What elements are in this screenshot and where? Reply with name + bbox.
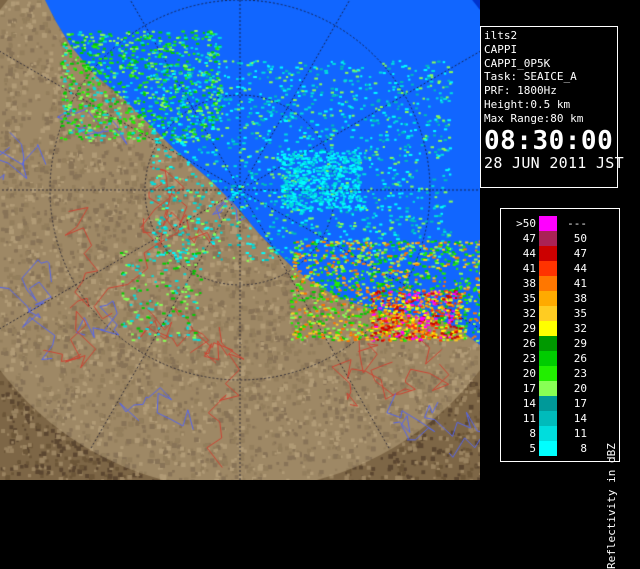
legend-row: 41 44	[503, 261, 589, 276]
legend-low-value: 29	[522, 322, 536, 335]
info-line: PRF: 1800Hz	[484, 84, 557, 98]
legend-low-value: 35	[522, 292, 536, 305]
legend-color-swatch	[539, 381, 557, 396]
legend-color-swatch	[539, 426, 557, 441]
scan-time: 08:30:00	[484, 125, 614, 156]
legend-row: 38 41	[503, 276, 589, 291]
legend-high-value: 44	[573, 262, 587, 275]
legend-low-value: 44	[522, 247, 536, 260]
legend-high-value: 11	[573, 427, 587, 440]
info-line: Max Range:80 km	[484, 111, 584, 125]
legend-color-swatch	[539, 291, 557, 306]
legend-row: 26 29	[503, 336, 589, 351]
info-panel: ilts2 CAPPI CAPPI_0P5K Task: SEAICE_A PRF: 1…	[480, 26, 624, 188]
legend-color-swatch	[539, 246, 557, 261]
legend-high-value: 32	[573, 322, 587, 335]
legend-row: 29 32	[503, 321, 589, 336]
legend-high-value: 35	[573, 307, 587, 320]
legend-high-value: 26	[573, 352, 587, 365]
legend-row: 32 35	[503, 306, 589, 321]
legend-low-value: 41	[522, 262, 536, 275]
legend-unit-label: Reflectivity in dBZ	[605, 443, 618, 569]
legend-low-value: 26	[522, 337, 536, 350]
legend-color-swatch	[539, 261, 557, 276]
legend-low-value: 47	[522, 232, 536, 245]
legend-color-swatch	[539, 276, 557, 291]
legend-row: 58	[503, 441, 589, 456]
legend-high-value: 47	[573, 247, 587, 260]
info-line: Height:0.5 km	[484, 97, 571, 111]
info-line: CAPPI_0P5K	[484, 56, 551, 70]
legend-high-value: 14	[573, 412, 587, 425]
legend-low-value: 11	[522, 412, 536, 425]
legend-color-swatch	[539, 336, 557, 351]
legend-row: 14 17	[503, 396, 589, 411]
legend-high-value: 17	[573, 397, 587, 410]
legend-row: 47 50	[503, 231, 589, 246]
legend-low-value: 32	[522, 307, 536, 320]
legend-high-value: 29	[573, 337, 587, 350]
info-line: ilts2	[484, 29, 518, 42]
legend-high-value: 20	[573, 382, 587, 395]
legend-low-value: 17	[522, 382, 536, 395]
legend-low-value: 23	[522, 352, 536, 365]
legend-low-value: 20	[522, 367, 536, 380]
reflectivity-legend: >50 --- 47 50 44 47 41 44 38 41 35 38 32 35 29 32 26 29 23…	[500, 208, 620, 569]
legend-color-swatch	[539, 411, 557, 426]
radar-map	[0, 0, 480, 480]
legend-high-value: 23	[573, 367, 587, 380]
legend-color-swatch	[539, 216, 557, 231]
legend-high-value: 38	[573, 292, 587, 305]
legend-color-swatch	[539, 231, 557, 246]
legend-row: 23 26	[503, 351, 589, 366]
legend-color-swatch	[539, 351, 557, 366]
info-line: Task: SEAICE_A	[484, 70, 577, 84]
scan-date: 28 JUN 2011 JST	[484, 153, 624, 172]
legend-row: >50 ---	[503, 216, 589, 231]
legend-row: 17 20	[503, 381, 589, 396]
legend-color-swatch	[539, 366, 557, 381]
legend-low-value: 5	[529, 442, 536, 455]
legend-row: 11 14	[503, 411, 589, 426]
legend-color-swatch	[539, 441, 557, 456]
legend-row: 8 11	[503, 426, 589, 441]
legend-high-value: ---	[567, 217, 587, 230]
legend-color-swatch	[539, 396, 557, 411]
legend-low-value: 38	[522, 277, 536, 290]
legend-high-value: 41	[573, 277, 587, 290]
legend-rows: >50 --- 47 50 44 47 41 44 38 41 35 38 32 35 29 32 26 29 23…	[503, 216, 589, 456]
legend-row: 35 38	[503, 291, 589, 306]
legend-high-value: 8	[580, 442, 587, 455]
legend-high-value: 50	[573, 232, 587, 245]
legend-color-swatch	[539, 306, 557, 321]
legend-low-value: >50	[516, 217, 536, 230]
legend-low-value: 8	[529, 427, 536, 440]
legend-row: 44 47	[503, 246, 589, 261]
legend-color-swatch	[539, 321, 557, 336]
legend-low-value: 14	[522, 397, 536, 410]
info-lines: ilts2 CAPPI CAPPI_0P5K Task: SEAICE_A PRF: 1…	[484, 29, 614, 126]
info-line: CAPPI	[484, 42, 518, 56]
legend-row: 20 23	[503, 366, 589, 381]
